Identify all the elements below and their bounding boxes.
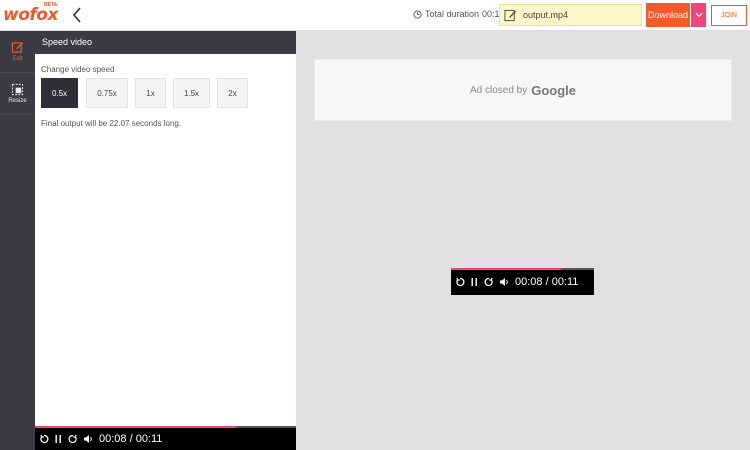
download-options-button[interactable] bbox=[691, 3, 706, 27]
panel-title: Speed video bbox=[35, 31, 296, 54]
volume-icon[interactable] bbox=[83, 434, 94, 444]
speed-option-1-5x[interactable]: 1.5x bbox=[173, 78, 210, 108]
speed-option-0-5x[interactable]: 0.5x bbox=[41, 78, 78, 108]
player-controls: 00:08 / 00:11 bbox=[455, 276, 578, 288]
download-button[interactable]: Download bbox=[646, 3, 690, 27]
output-length-note: Final output will be 22.07 seconds long. bbox=[41, 119, 182, 128]
wofox-logo[interactable]: wofox BETA bbox=[3, 2, 58, 28]
player-time-display: 00:08 / 00:11 bbox=[99, 433, 163, 445]
volume-icon[interactable] bbox=[499, 277, 510, 287]
ad-closed-text: Ad closed by bbox=[469, 84, 528, 96]
chevron-down-icon bbox=[695, 12, 702, 18]
player-progress-bar[interactable] bbox=[451, 268, 561, 270]
pause-icon[interactable] bbox=[54, 434, 63, 444]
chevron-left-icon bbox=[72, 7, 81, 23]
rail-item-resize[interactable]: Resize bbox=[0, 73, 35, 115]
logo-beta-badge: BETA bbox=[44, 2, 58, 8]
player-progress-track[interactable] bbox=[561, 268, 594, 270]
rail-item-edit-label: Edit bbox=[12, 56, 23, 62]
speed-panel: Speed video Change video speed 0.5x 0.75… bbox=[35, 31, 296, 450]
google-logo: Google bbox=[531, 82, 577, 98]
bottom-video-player: 00:08 / 00:11 bbox=[35, 426, 296, 450]
player-progress-bar[interactable] bbox=[35, 426, 236, 428]
ad-closed-banner: Ad closed by Google bbox=[314, 59, 732, 121]
speed-section-label: Change video speed bbox=[41, 65, 115, 74]
logo-text: wofox bbox=[3, 5, 58, 25]
top-header: wofox BETA Total duration 00:11 output.m… bbox=[0, 0, 750, 31]
rail-item-resize-label: Resize bbox=[8, 98, 27, 104]
player-controls: 00:08 / 00:11 bbox=[39, 433, 162, 445]
refresh-icon[interactable] bbox=[484, 277, 494, 287]
replay-icon[interactable] bbox=[39, 434, 49, 444]
edit-icon bbox=[11, 42, 24, 53]
filename-field[interactable]: output.mp4 bbox=[499, 4, 642, 26]
edit-file-icon bbox=[504, 9, 517, 21]
rail-item-edit[interactable]: Edit bbox=[0, 31, 35, 73]
replay-icon[interactable] bbox=[455, 277, 465, 287]
clock-icon bbox=[413, 9, 422, 19]
player-time-display: 00:08 / 00:11 bbox=[515, 276, 579, 288]
center-video-player: 00:08 / 00:11 bbox=[451, 268, 594, 295]
back-button[interactable] bbox=[70, 5, 86, 25]
join-button[interactable]: JOIN bbox=[711, 5, 747, 26]
resize-icon bbox=[11, 83, 24, 96]
player-progress-track[interactable] bbox=[236, 426, 296, 428]
speed-option-2x[interactable]: 2x bbox=[217, 78, 248, 108]
filename-text: output.mp4 bbox=[523, 10, 569, 20]
speed-option-0-75x[interactable]: 0.75x bbox=[86, 78, 128, 108]
total-duration: Total duration 00:11 bbox=[413, 9, 504, 19]
preview-area: Ad closed by Google 00:08 / 00:11 bbox=[296, 31, 750, 450]
speed-option-1x[interactable]: 1x bbox=[135, 78, 166, 108]
refresh-icon[interactable] bbox=[68, 434, 78, 444]
pause-icon[interactable] bbox=[470, 277, 479, 287]
tool-rail: Edit Resize bbox=[0, 31, 35, 450]
total-duration-label: Total duration bbox=[425, 9, 480, 19]
